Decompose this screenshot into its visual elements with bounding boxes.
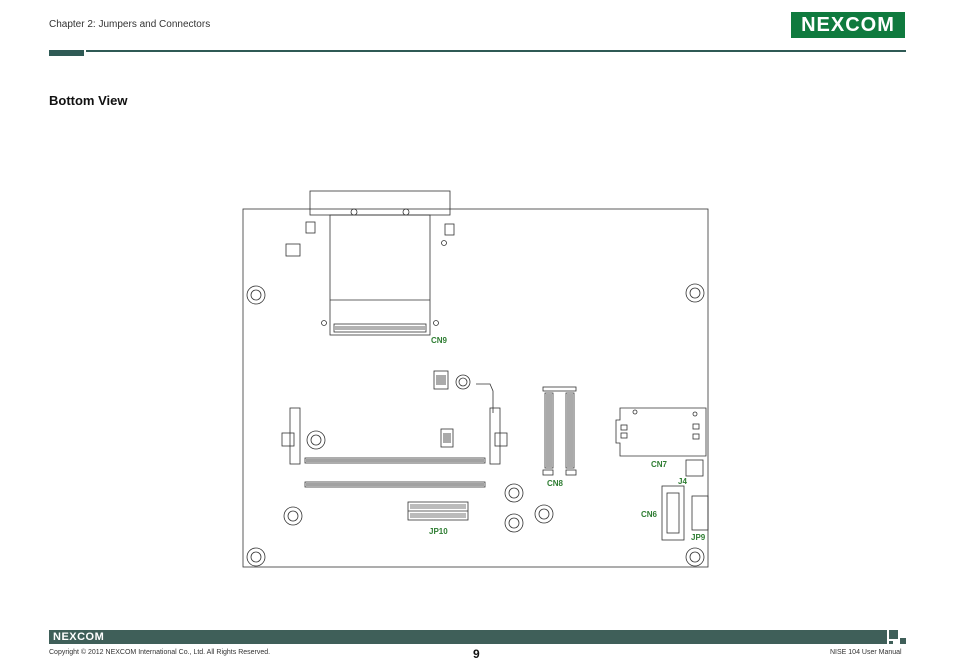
- nexcom-logo: NEXCOM: [791, 12, 905, 38]
- footer-square: [900, 638, 906, 644]
- logo-text: NEXCOM: [801, 14, 895, 36]
- manual-title: NISE 104 User Manual: [830, 649, 902, 656]
- cn9-top-frame: [309, 190, 451, 216]
- copyright-text: Copyright © 2012 NEXCOM International Co…: [49, 649, 271, 656]
- board-bottom-view-diagram: CN9 CN8 CN7 CN6 J4 JP9 JP10: [242, 190, 709, 568]
- label-jp10: JP10: [429, 527, 448, 536]
- footer-square: [889, 641, 893, 644]
- cn9-connector-body: [329, 214, 431, 336]
- footer-bar: [49, 630, 887, 644]
- label-jp9: JP9: [691, 533, 706, 542]
- footer-square: [889, 630, 898, 639]
- header-rule: [86, 50, 906, 52]
- label-j4: J4: [678, 477, 687, 486]
- label-cn8: CN8: [547, 479, 564, 488]
- jp9-header: [691, 495, 709, 531]
- label-cn7: CN7: [651, 460, 668, 469]
- header-accent-bar: [49, 50, 84, 56]
- mounting-holes: [246, 283, 705, 567]
- chapter-title: Chapter 2: Jumpers and Connectors: [49, 19, 211, 30]
- board-outline: [242, 208, 709, 568]
- label-cn6: CN6: [641, 510, 658, 519]
- section-title: Bottom View: [49, 93, 128, 108]
- footer-logo: NEXCOM: [53, 631, 105, 643]
- cn6-sata-connector: [661, 485, 685, 541]
- label-cn9: CN9: [431, 336, 448, 345]
- sodimm-left-latch: [289, 407, 301, 465]
- cn7-sim-slot: [615, 407, 707, 457]
- page-number: 9: [473, 647, 480, 661]
- j4-connector: [685, 459, 704, 477]
